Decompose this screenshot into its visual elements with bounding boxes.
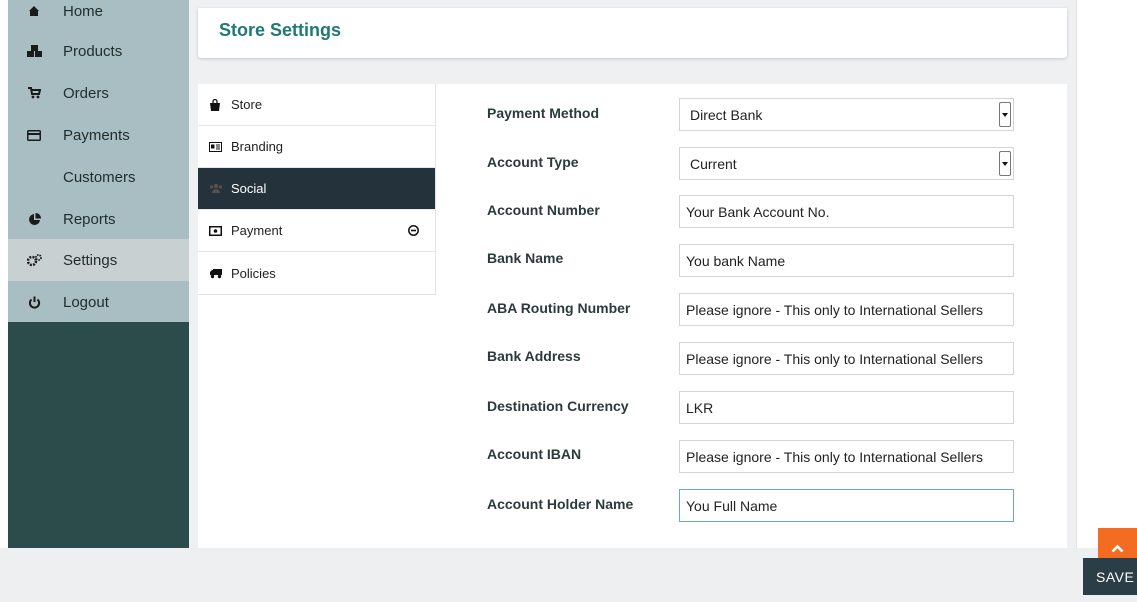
account-type-select[interactable]: Current [679, 147, 1014, 180]
page-title: Store Settings [219, 20, 342, 40]
account-type-label: Account Type [487, 154, 579, 170]
bank-address-placeholder: Please ignore - This only to Internation… [686, 350, 984, 367]
users-icon [209, 183, 225, 194]
account-iban-input[interactable]: Please ignore - This only to Internation… [679, 440, 1014, 473]
pie-chart-icon [22, 212, 46, 226]
tab-label: Branding [231, 139, 284, 154]
right-panel [1076, 0, 1137, 548]
page-header: Store Settings [198, 8, 1067, 58]
tab-social[interactable]: Social [198, 168, 435, 210]
tab-payment[interactable]: Payment [198, 210, 435, 252]
destination-currency-label: Destination Currency [487, 398, 629, 414]
bank-address-label: Bank Address [487, 348, 581, 364]
payment-method-value: Direct Bank [690, 106, 763, 123]
aba-routing-label: ABA Routing Number [487, 300, 631, 316]
account-holder-placeholder: You Full Name [686, 497, 778, 514]
account-number-input[interactable]: Your Bank Account No. [679, 195, 1014, 228]
sidebar-item-reports[interactable]: Reports [8, 198, 189, 240]
sidebar-item-label: Customers [63, 168, 136, 186]
tab-branding[interactable]: Branding [198, 126, 435, 168]
bank-name-placeholder: You bank Name [686, 252, 786, 269]
sidebar-item-label: Reports [63, 210, 116, 228]
sidebar-item-label: Orders [63, 84, 109, 102]
sidebar-item-home[interactable]: Home [8, 0, 189, 32]
account-number-label: Account Number [487, 202, 600, 218]
cart-icon [22, 87, 46, 99]
destination-currency-input[interactable]: LKR [679, 391, 1014, 424]
chevron-down-icon [999, 151, 1011, 176]
account-iban-placeholder: Please ignore - This only to Internation… [686, 448, 984, 465]
products-icon [22, 44, 46, 58]
payment-method-label: Payment Method [487, 105, 600, 121]
chevron-down-icon [999, 102, 1011, 127]
gears-icon [22, 253, 46, 267]
power-icon [22, 296, 46, 309]
account-number-placeholder: Your Bank Account No. [686, 203, 830, 220]
chevron-circle-icon [408, 225, 419, 236]
account-holder-input[interactable]: You Full Name [679, 489, 1014, 522]
sidebar-item-label: Settings [63, 251, 118, 269]
sidebar-item-label: Products [63, 42, 123, 60]
money-icon [209, 225, 225, 236]
account-type-value: Current [690, 155, 737, 172]
tab-label: Store [231, 97, 263, 112]
tab-policies[interactable]: Policies [198, 252, 435, 294]
bank-name-label: Bank Name [487, 250, 564, 266]
sidebar-footer-area [8, 322, 189, 548]
sidebar-item-settings[interactable]: Settings [8, 239, 189, 281]
aba-routing-input[interactable]: Please ignore - This only to Internation… [679, 293, 1014, 326]
settings-tabs: Store Branding Social Payment Policies [198, 84, 436, 295]
truck-icon [209, 268, 225, 279]
id-card-icon [209, 141, 225, 152]
account-iban-label: Account IBAN [487, 446, 582, 462]
home-icon [22, 5, 46, 17]
bottom-bar [0, 548, 1137, 602]
tab-store[interactable]: Store [198, 84, 435, 126]
sidebar-item-orders[interactable]: Orders [8, 72, 189, 114]
tab-label: Payment [231, 223, 283, 238]
sidebar-item-products[interactable]: Products [8, 30, 189, 72]
destination-currency-value: LKR [686, 399, 714, 416]
tab-label: Policies [231, 265, 276, 281]
sidebar-item-payments[interactable]: Payments [8, 114, 189, 156]
chevron-up-icon [1111, 544, 1124, 553]
save-button[interactable]: SAVE [1083, 558, 1137, 595]
tab-label: Social [231, 181, 267, 196]
bank-address-input[interactable]: Please ignore - This only to Internation… [679, 342, 1014, 375]
credit-card-icon [22, 129, 46, 141]
sidebar-item-label: Payments [63, 126, 130, 144]
account-holder-label: Account Holder Name [487, 496, 634, 512]
payment-method-select[interactable]: Direct Bank [679, 98, 1014, 131]
shopping-bag-icon [209, 98, 225, 111]
sidebar-item-logout[interactable]: Logout [8, 281, 189, 323]
sidebar-item-customers[interactable]: Customers [8, 156, 189, 198]
sidebar-item-label: Home [63, 2, 104, 20]
bank-name-input[interactable]: You bank Name [679, 244, 1014, 277]
aba-routing-placeholder: Please ignore - This only to Internation… [686, 301, 984, 318]
sidebar-item-label: Logout [63, 293, 109, 311]
